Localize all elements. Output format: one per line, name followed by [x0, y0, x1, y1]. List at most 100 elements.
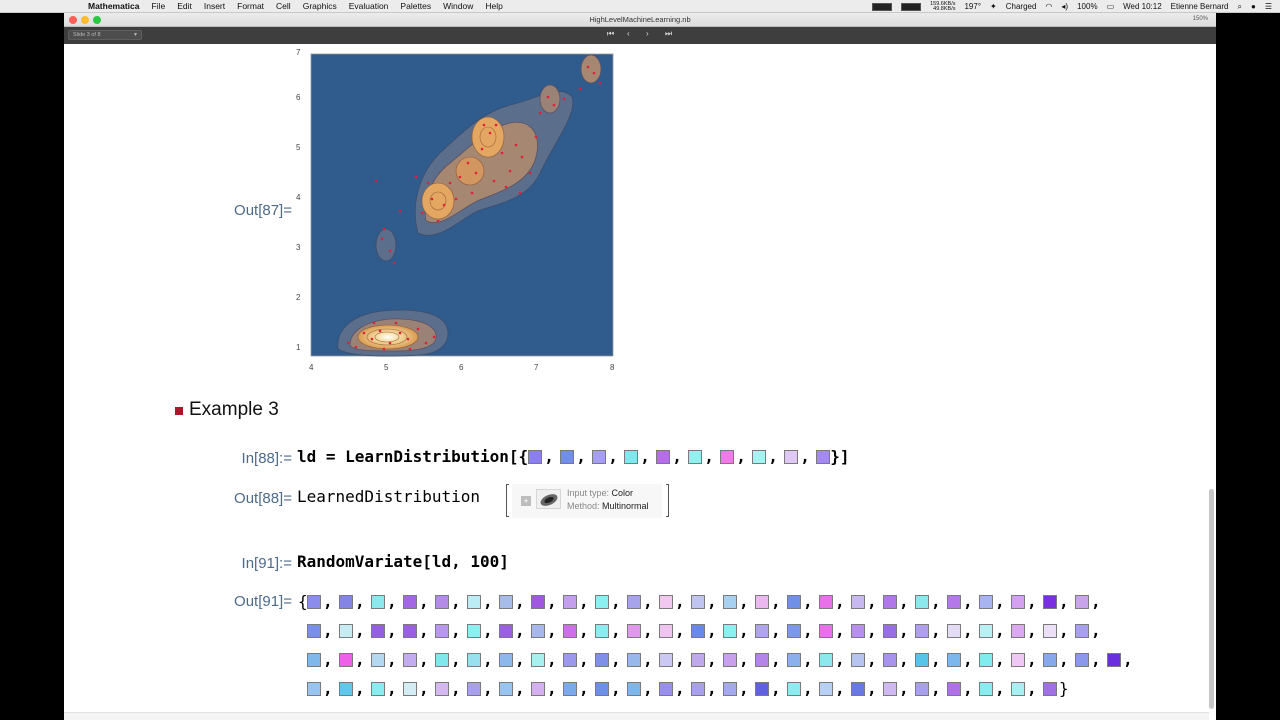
color-swatch	[659, 624, 673, 638]
color-swatch	[947, 624, 961, 638]
color-swatch	[499, 595, 513, 609]
list-separator: ,	[771, 679, 781, 698]
color-swatch	[979, 624, 993, 638]
menu-edit[interactable]: Edit	[177, 1, 192, 11]
list-separator: ,	[867, 650, 877, 669]
window-titlebar[interactable]: HighLevelMachineLearning.nb 150%	[64, 13, 1216, 27]
user-name[interactable]: Etienne Bernard	[1171, 2, 1229, 11]
list-separator: ,	[736, 447, 746, 466]
list-separator: ,	[1027, 621, 1037, 640]
color-swatch	[819, 595, 833, 609]
color-swatch	[403, 653, 417, 667]
color-swatch	[467, 682, 481, 696]
menu-app-name[interactable]: Mathematica	[88, 1, 140, 11]
in88-input-cell[interactable]: ld = LearnDistribution[{,,,,,,,,,}]	[297, 447, 849, 466]
clock[interactable]: Wed 10:12	[1123, 2, 1162, 11]
section-title[interactable]: Example 3	[189, 399, 279, 421]
color-swatch	[627, 653, 641, 667]
menu-evaluation[interactable]: Evaluation	[349, 1, 389, 11]
list-separator: ,	[387, 592, 397, 611]
list-separator: ,	[707, 650, 717, 669]
color-swatch	[403, 595, 417, 609]
first-slide-icon[interactable]: ⏮	[607, 29, 614, 39]
list-separator: ,	[739, 650, 749, 669]
output-row: ,,,,,,,,,,,,,,,,,,,,,,,,,,	[307, 650, 1139, 669]
color-swatch	[627, 624, 641, 638]
list-separator: ,	[995, 679, 1005, 698]
spotlight-search-icon[interactable]: ⌕	[1238, 2, 1242, 12]
slideshow-toolbar: Slide 3 of 8 ▼ ⏮ ‹ › ⏭	[64, 27, 1216, 44]
list-separator: ,	[483, 679, 493, 698]
out87-label: Out[87]=	[234, 202, 292, 219]
horizontal-scrollbar[interactable]	[64, 712, 1209, 720]
vertical-scrollbar[interactable]	[1209, 489, 1214, 709]
density-plot-svg	[310, 53, 614, 357]
list-separator: ,	[515, 650, 525, 669]
menu-help[interactable]: Help	[485, 1, 502, 11]
siri-icon[interactable]: ●	[1251, 2, 1256, 11]
color-swatch	[851, 653, 865, 667]
color-swatch	[659, 595, 673, 609]
list-separator: ,	[835, 621, 845, 640]
color-swatch	[787, 595, 801, 609]
color-swatch	[819, 624, 833, 638]
color-swatch	[307, 595, 321, 609]
list-separator: ,	[355, 650, 365, 669]
list-separator: ,	[355, 621, 365, 640]
color-swatch	[499, 653, 513, 667]
list-separator: ,	[800, 447, 810, 466]
list-separator: ,	[608, 447, 618, 466]
list-separator: ,	[675, 621, 685, 640]
list-separator: ,	[739, 592, 749, 611]
last-slide-icon[interactable]: ⏭	[665, 29, 672, 39]
color-swatch	[883, 653, 897, 667]
color-swatch	[560, 450, 575, 464]
zoom-level[interactable]: 150%	[1193, 16, 1208, 22]
color-swatch	[499, 682, 513, 696]
expand-plus-icon[interactable]: +	[521, 496, 531, 506]
in88-label: In[88]:=	[241, 450, 292, 467]
color-swatch	[883, 624, 897, 638]
y-tick-label: 3	[296, 243, 301, 252]
menu-format[interactable]: Format	[237, 1, 264, 11]
list-separator: ,	[387, 621, 397, 640]
list-separator: ,	[899, 592, 909, 611]
method-label: Method:	[567, 501, 600, 511]
color-swatch	[1075, 624, 1089, 638]
color-swatch	[563, 653, 577, 667]
list-separator: ,	[899, 650, 909, 669]
next-slide-icon[interactable]: ›	[646, 29, 649, 38]
x-tick-label: 7	[534, 363, 539, 372]
menu-cell[interactable]: Cell	[276, 1, 291, 11]
notification-center-icon[interactable]: ☰	[1265, 2, 1272, 11]
color-swatch	[339, 653, 353, 667]
color-swatch	[659, 653, 673, 667]
menu-insert[interactable]: Insert	[204, 1, 225, 11]
density-contour-plot[interactable]: 4 5 6 7 8	[309, 53, 621, 372]
dropbox-icon[interactable]: ✦	[990, 2, 997, 11]
list-separator: ,	[579, 621, 589, 640]
menu-window[interactable]: Window	[443, 1, 473, 11]
menu-graphics[interactable]: Graphics	[303, 1, 337, 11]
volume-icon[interactable]: ◂)	[1061, 2, 1068, 11]
color-swatch	[1043, 653, 1057, 667]
in91-input-cell[interactable]: RandomVariate[ld, 100]	[297, 552, 509, 571]
list-separator: ,	[323, 621, 333, 640]
menu-palettes[interactable]: Palettes	[400, 1, 431, 11]
slide-selector[interactable]: Slide 3 of 8 ▼	[68, 30, 142, 40]
list-separator: ,	[483, 621, 493, 640]
battery-icon[interactable]: ▭	[1107, 2, 1115, 11]
summary-method: Method: Multinormal	[567, 501, 649, 511]
menu-file[interactable]: File	[152, 1, 166, 11]
color-swatch	[339, 682, 353, 696]
color-swatch	[1011, 624, 1025, 638]
notebook-content: Out[87]= 4 5 6 7 8 1 2 3 4 5 6 7 Example…	[64, 44, 1216, 720]
wifi-icon[interactable]: ◠	[1045, 2, 1052, 11]
x-tick-label: 5	[384, 363, 389, 372]
list-separator: ,	[963, 621, 973, 640]
previous-slide-icon[interactable]: ‹	[627, 29, 630, 38]
learned-distribution-summary-box[interactable]: + Input type: Color Method: Multinormal	[506, 484, 669, 522]
list-separator: ,	[387, 679, 397, 698]
color-swatch	[819, 682, 833, 696]
memory-meter-icon	[901, 2, 922, 11]
